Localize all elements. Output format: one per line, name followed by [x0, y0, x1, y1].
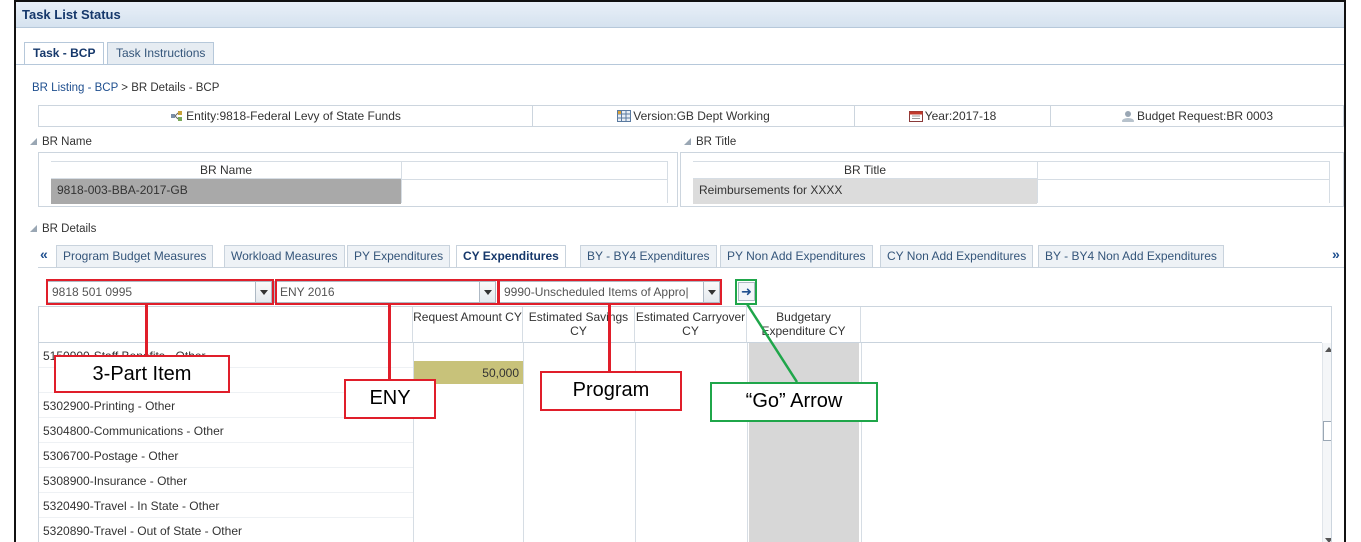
tab-by-by4-non-add-expenditures[interactable]: BY - BY4 Non Add Expenditures — [1038, 245, 1224, 267]
br-title-value[interactable]: Reimbursements for XXXX — [693, 179, 1037, 204]
tab-program-budget-measures[interactable]: Program Budget Measures — [56, 245, 214, 267]
pov-entity[interactable]: Entity:9818-Federal Levy of State Funds — [39, 106, 533, 126]
entity-icon — [170, 110, 184, 122]
collapse-triangle-icon — [30, 225, 37, 232]
row-header-column — [39, 307, 413, 343]
table-row-label: 5320890-Travel - Out of State - Other — [39, 518, 413, 542]
br-name-panel: BR Name 9818-003-BBA-2017-GB — [38, 152, 678, 207]
pov-version[interactable]: Version:GB Dept Working — [533, 106, 855, 126]
scroll-up-icon[interactable] — [1325, 347, 1331, 352]
app-window: Task List Status Task - BCP Task Instruc… — [14, 0, 1346, 542]
highlight-program — [498, 279, 722, 305]
window-title: Task List Status — [16, 2, 1344, 28]
table-row-label: 5306700-Postage - Other — [39, 443, 413, 468]
br-details-tabs: Program Budget Measures Workload Measure… — [38, 245, 1344, 267]
br-name-value[interactable]: 9818-003-BBA-2017-GB — [51, 179, 401, 204]
tab-by-by4-expenditures[interactable]: BY - BY4 Expenditures — [580, 245, 717, 267]
column-header: Estimated Savings CY — [523, 307, 635, 343]
breadcrumb-current: BR Details - BCP — [131, 82, 220, 94]
tab-cy-expenditures[interactable]: CY Expenditures — [456, 245, 566, 267]
breadcrumb-separator: > — [118, 82, 132, 94]
column-header: Request Amount CY — [413, 307, 523, 343]
tab-cy-non-add-expenditures[interactable]: CY Non Add Expenditures — [880, 245, 1034, 267]
tab-task-instructions[interactable]: Task Instructions — [107, 42, 215, 64]
highlight-3-part-item — [46, 279, 274, 305]
pov-entity-label: Entity:9818-Federal Levy of State Funds — [186, 109, 401, 123]
pov-bar: Entity:9818-Federal Levy of State Funds … — [38, 105, 1344, 127]
tab-task-bcp[interactable]: Task - BCP — [24, 42, 105, 65]
expenditures-grid: Request Amount CY Estimated Savings CY E… — [38, 306, 1332, 542]
table-row-label: 5308900-Insurance - Other — [39, 468, 413, 493]
callout-go-arrow: “Go” Arrow — [710, 382, 878, 422]
br-name-section-header[interactable]: BR Name — [30, 136, 92, 148]
go-arrow-connector — [745, 303, 799, 383]
tab-divider — [16, 64, 1344, 65]
callout-program: Program — [540, 371, 682, 411]
scroll-down-icon[interactable] — [1325, 538, 1331, 542]
highlight-eny — [275, 279, 499, 305]
pov-version-label: Version:GB Dept Working — [633, 109, 770, 123]
column-header: Estimated Carryover CY — [635, 307, 747, 343]
collapse-triangle-icon — [684, 138, 691, 145]
version-icon — [617, 110, 632, 122]
callout-eny: ENY — [344, 379, 436, 419]
pov-budget-request[interactable]: Budget Request:BR 0003 — [1051, 106, 1343, 126]
pov-year[interactable]: Year:2017-18 — [855, 106, 1051, 126]
collapse-triangle-icon — [30, 138, 37, 145]
breadcrumb: BR Listing - BCP > BR Details - BCP — [32, 82, 219, 94]
br-title-panel: BR Title Reimbursements for XXXX — [680, 152, 1344, 207]
callout-3-part-item: 3-Part Item — [54, 355, 230, 393]
br-details-section-header[interactable]: BR Details — [30, 223, 96, 235]
pov-budget-request-label: Budget Request:BR 0003 — [1136, 109, 1274, 123]
table-row-label: 5320490-Travel - In State - Other — [39, 493, 413, 518]
vertical-scrollbar[interactable] — [1322, 343, 1331, 542]
br-name-column-header: BR Name — [51, 161, 401, 179]
breadcrumb-link-br-listing[interactable]: BR Listing - BCP — [32, 82, 118, 94]
br-title-section-header[interactable]: BR Title — [684, 136, 736, 148]
tab-py-non-add-expenditures[interactable]: PY Non Add Expenditures — [720, 245, 873, 267]
pov-year-label: Year:2017-18 — [924, 109, 997, 123]
scroll-thumb[interactable] — [1323, 421, 1331, 441]
br-title-column-header: BR Title — [693, 161, 1037, 179]
tab-workload-measures[interactable]: Workload Measures — [224, 245, 345, 267]
user-icon — [1121, 110, 1135, 124]
table-row-label: 5304800-Communications - Other — [39, 418, 413, 443]
tab-py-expenditures[interactable]: PY Expenditures — [347, 245, 451, 267]
calendar-icon — [908, 110, 923, 122]
